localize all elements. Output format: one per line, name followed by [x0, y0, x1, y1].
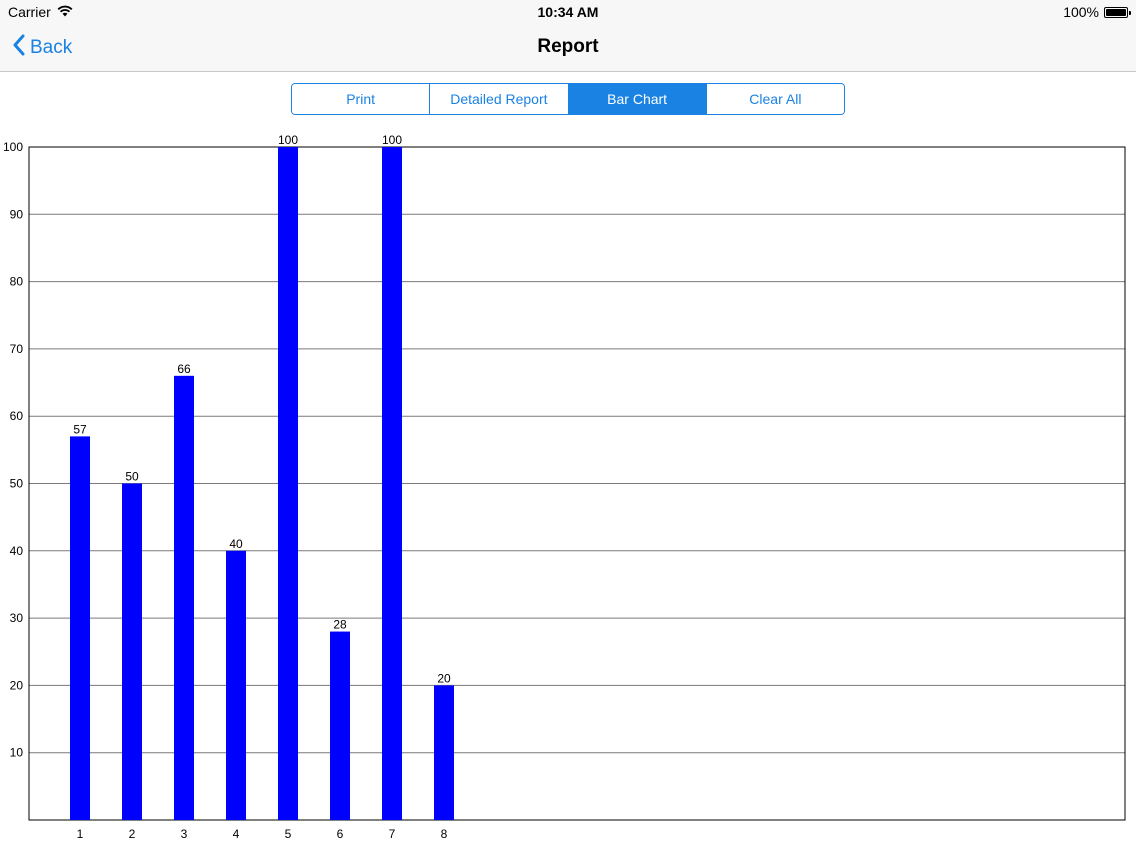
bar: [382, 147, 402, 820]
bar: [278, 147, 298, 820]
x-tick-label: 2: [129, 827, 136, 841]
status-right: 100%: [1063, 4, 1131, 20]
bar-chart: 10 20 30 40 50 60 70 80 90 100 57 1 50 2 66 3 40 4 100 5 28 6…: [3, 133, 1126, 841]
x-tick-label: 7: [389, 827, 396, 841]
y-tick-label: 30: [10, 611, 24, 625]
data-label: 57: [73, 422, 87, 436]
report-screen: Carrier 10:34 AM 100% Back Report Print …: [0, 0, 1136, 852]
battery-percent: 100%: [1063, 4, 1099, 20]
x-tick-label: 4: [233, 827, 240, 841]
status-time: 10:34 AM: [537, 4, 599, 20]
data-label: 66: [177, 362, 191, 376]
x-tick-label: 3: [181, 827, 188, 841]
bar: [434, 685, 454, 820]
bar: [70, 436, 90, 820]
status-bar: Carrier 10:34 AM 100%: [0, 0, 1136, 24]
y-tick-label: 80: [10, 275, 24, 289]
y-tick-label: 90: [10, 207, 24, 221]
data-label: 50: [125, 470, 139, 484]
segment-clear-all[interactable]: Clear All: [706, 84, 844, 114]
data-label: 28: [333, 618, 347, 632]
data-label: 100: [278, 133, 298, 147]
x-tick-label: 1: [77, 827, 84, 841]
data-label: 100: [382, 133, 402, 147]
x-tick-label: 6: [337, 827, 344, 841]
y-tick-label: 10: [10, 746, 24, 760]
segment-detailed-report[interactable]: Detailed Report: [430, 84, 569, 114]
y-tick-label: 100: [3, 140, 23, 154]
navigation-bar: Back Report: [0, 24, 1136, 72]
bar: [122, 483, 142, 820]
x-tick-label: 8: [441, 827, 448, 841]
bar: [174, 375, 194, 820]
view-segmented-control: Print Detailed Report Bar Chart Clear Al…: [291, 83, 845, 115]
y-tick-label: 20: [10, 678, 24, 692]
data-label: 40: [229, 537, 243, 551]
battery-icon: [1104, 6, 1131, 18]
y-tick-label: 50: [10, 477, 24, 491]
y-tick-label: 40: [10, 544, 24, 558]
y-tick-label: 70: [10, 342, 24, 356]
segment-bar-chart[interactable]: Bar Chart: [568, 84, 707, 114]
y-tick-label: 60: [10, 409, 24, 423]
data-label: 20: [437, 671, 451, 685]
bar: [330, 631, 350, 820]
x-tick-label: 5: [285, 827, 292, 841]
bar: [226, 550, 246, 820]
page-title: Report: [537, 36, 599, 57]
segment-print[interactable]: Print: [292, 84, 431, 114]
